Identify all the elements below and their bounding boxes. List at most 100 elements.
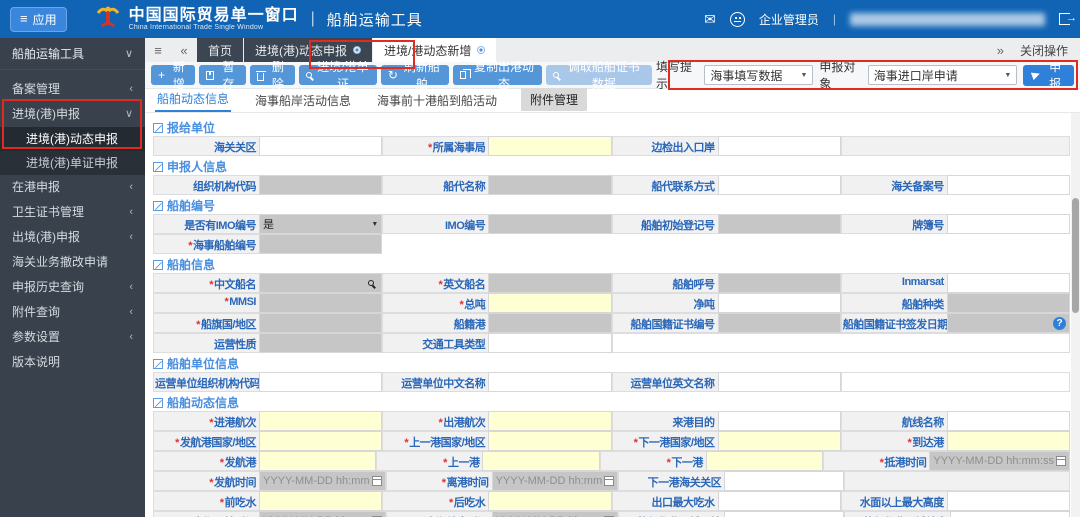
sidebar-item-inbound-declare[interactable]: 进境(港)申报 ∨ bbox=[0, 102, 145, 127]
field-input[interactable] bbox=[946, 293, 1070, 313]
save-draft-button[interactable]: 暂存 bbox=[199, 60, 246, 91]
field-input[interactable] bbox=[488, 431, 612, 451]
tab-menu-icon[interactable]: ≡ bbox=[145, 38, 171, 62]
field-input[interactable] bbox=[259, 136, 383, 156]
form-row: *中文船名 *英文船名 船舶呼号 Inmarsat bbox=[153, 273, 1070, 293]
field-input[interactable] bbox=[259, 491, 383, 511]
sidebar-item-record-mgmt[interactable]: 备案管理 ‹ bbox=[0, 77, 145, 102]
subtab-ship-to-ship[interactable]: 海事前十港船到船活动 bbox=[375, 89, 499, 112]
field-input[interactable] bbox=[488, 136, 612, 156]
field-input[interactable] bbox=[946, 411, 1070, 431]
field-input[interactable] bbox=[259, 411, 383, 431]
field-input[interactable] bbox=[705, 451, 824, 471]
field-input[interactable] bbox=[717, 214, 841, 234]
sidebar-item-version-notes[interactable]: 版本说明 bbox=[0, 350, 145, 375]
field-input[interactable] bbox=[946, 431, 1070, 451]
field-input[interactable] bbox=[259, 451, 377, 471]
close-operations-button[interactable]: 关闭操作 bbox=[1020, 42, 1068, 59]
field-input[interactable] bbox=[717, 175, 841, 195]
field-input[interactable] bbox=[259, 431, 383, 451]
field-input[interactable] bbox=[488, 175, 612, 195]
sidebar-item-customs-amend[interactable]: 海关业务撤改申请 bbox=[0, 250, 145, 275]
calendar-icon[interactable] bbox=[371, 476, 382, 486]
field-input[interactable] bbox=[488, 372, 612, 392]
field-input[interactable] bbox=[488, 411, 612, 431]
field-input[interactable] bbox=[259, 313, 383, 333]
help-icon[interactable]: ? bbox=[1053, 316, 1066, 330]
field-input[interactable] bbox=[259, 273, 383, 293]
field-input[interactable] bbox=[724, 511, 845, 517]
add-button[interactable]: + 新增 bbox=[151, 60, 196, 91]
field-input[interactable]: ? bbox=[946, 313, 1070, 333]
scroll-tabs-right-icon[interactable]: » bbox=[997, 43, 1004, 58]
field-input[interactable] bbox=[717, 293, 841, 313]
field-input[interactable] bbox=[488, 214, 612, 234]
logout-icon[interactable] bbox=[1059, 12, 1077, 25]
fill-hint-select[interactable]: 海事填写数据 ▼ bbox=[704, 65, 814, 85]
declare-button[interactable]: 申报 bbox=[1023, 60, 1074, 91]
copy-outbound-button[interactable]: 复制出港动态 bbox=[452, 60, 542, 91]
sidebar-subitem-inbound-dynamic[interactable]: 进境(港)动态申报 bbox=[0, 127, 145, 151]
scrollbar-thumb[interactable] bbox=[1072, 198, 1079, 313]
field-input[interactable] bbox=[717, 372, 841, 392]
sidebar-item-in-port-declare[interactable]: 在港申报 ‹ bbox=[0, 175, 145, 200]
field-input[interactable] bbox=[946, 214, 1070, 234]
field-input[interactable] bbox=[259, 333, 383, 353]
field-label: *出港航次 bbox=[382, 411, 489, 431]
field-input[interactable]: YYYY-MM-DD hh:mm:ss bbox=[929, 451, 1070, 471]
refresh-ship-button[interactable]: ↻ 刷新船舶 bbox=[380, 60, 449, 91]
brand-block: 中国国际贸易单一窗口 China International Trade Sin… bbox=[129, 7, 299, 31]
sidebar-item-history-query[interactable]: 申报历史查询 ‹ bbox=[0, 275, 145, 300]
field-input[interactable] bbox=[717, 313, 841, 333]
field-input[interactable] bbox=[488, 293, 612, 313]
field-input[interactable]: 是 ▼ bbox=[259, 214, 383, 234]
sidebar-root-module[interactable]: 船舶运输工具 ∨ bbox=[0, 38, 145, 70]
field-input[interactable] bbox=[488, 491, 612, 511]
field-input[interactable] bbox=[717, 491, 841, 511]
field-input[interactable] bbox=[259, 293, 383, 313]
tab-close-icon[interactable] bbox=[353, 46, 362, 54]
field-input[interactable] bbox=[259, 372, 383, 392]
field-input[interactable]: YYYY-MM-DD hh:mm bbox=[259, 471, 386, 491]
inbound-doc-button[interactable]: 进境/港单证 bbox=[299, 60, 377, 91]
fetch-cert-button[interactable]: 调取船舶证书数据 bbox=[545, 60, 653, 91]
field-input[interactable] bbox=[717, 431, 841, 451]
apps-button[interactable]: ≡ 应用 bbox=[10, 6, 67, 32]
field-input[interactable] bbox=[946, 491, 1070, 511]
field-label: *发航港国家/地区 bbox=[153, 431, 259, 451]
sidebar-subitem-inbound-doc[interactable]: 进境(港)单证申报 bbox=[0, 151, 145, 175]
scrollbar[interactable] bbox=[1071, 113, 1080, 517]
sidebar-item-param-settings[interactable]: 参数设置 ‹ bbox=[0, 325, 145, 350]
field-input[interactable]: YYYY-MM-DD hh:mm bbox=[491, 471, 619, 491]
field-input[interactable] bbox=[950, 511, 1070, 517]
mail-icon[interactable]: ✉ bbox=[704, 11, 716, 28]
field-input[interactable] bbox=[488, 313, 612, 333]
field-input[interactable]: YYYY-MM-DD hh:mm bbox=[259, 511, 386, 517]
field-input[interactable] bbox=[259, 234, 383, 254]
search-icon[interactable] bbox=[368, 280, 375, 286]
field-input[interactable] bbox=[946, 175, 1070, 195]
declare-target-select[interactable]: 海事进口岸申请 ▼ bbox=[867, 65, 1018, 85]
field-input[interactable] bbox=[946, 273, 1070, 293]
field-input[interactable] bbox=[717, 136, 841, 156]
delete-button[interactable]: 删除 bbox=[249, 60, 296, 91]
sidebar-item-attachment-query[interactable]: 附件查询 ‹ bbox=[0, 300, 145, 325]
field-label: *后吃水 bbox=[382, 491, 489, 511]
field-input[interactable] bbox=[717, 411, 841, 431]
field-input[interactable] bbox=[724, 471, 845, 491]
service-icon[interactable] bbox=[729, 11, 745, 27]
calendar-icon[interactable] bbox=[1055, 456, 1066, 466]
subtab-ship-dynamic[interactable]: 船舶动态信息 bbox=[155, 87, 232, 112]
field-input[interactable] bbox=[482, 451, 600, 471]
sidebar-item-outbound-declare[interactable]: 出境(港)申报 ‹ bbox=[0, 225, 145, 250]
calendar-icon[interactable] bbox=[604, 476, 615, 486]
field-input[interactable]: YYYY-MM-DD hh:mm bbox=[491, 511, 619, 517]
subtab-ship-shore[interactable]: 海事船岸活动信息 bbox=[253, 89, 353, 112]
tab-close-icon[interactable] bbox=[477, 46, 486, 54]
field-input[interactable] bbox=[488, 273, 612, 293]
sidebar-item-health-cert[interactable]: 卫生证书管理 ‹ bbox=[0, 200, 145, 225]
field-input[interactable] bbox=[488, 333, 612, 353]
field-input[interactable] bbox=[717, 273, 841, 293]
subtab-attachments[interactable]: 附件管理 bbox=[521, 88, 588, 111]
field-input[interactable] bbox=[259, 175, 383, 195]
